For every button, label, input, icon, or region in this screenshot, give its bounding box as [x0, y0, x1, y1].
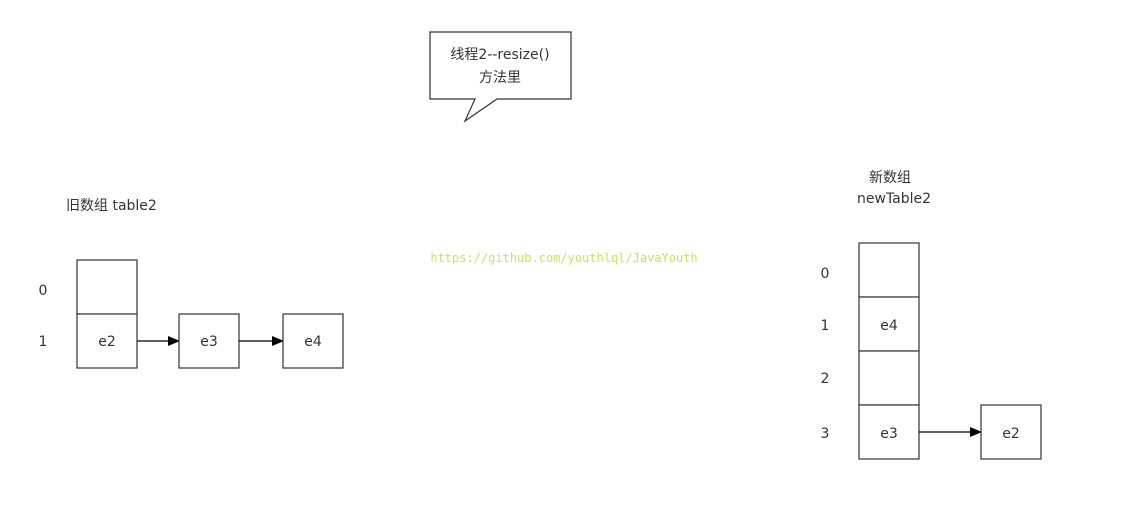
new-array: 新数组 newTable2 0 1 2 3 e4 e3 e2 — [821, 170, 1042, 460]
old-array-slot-0 — [76, 259, 138, 315]
watermark-url: https://github.com/youthlql/JavaYouth — [430, 251, 697, 265]
old-array-index-1: 1 — [39, 334, 48, 350]
callout-bubble: 线程2--resize() 方法里 — [429, 31, 572, 123]
new-array-index-1: 1 — [821, 318, 830, 334]
new-array-index-3: 3 — [821, 426, 830, 442]
new-array-title-line-2: newTable2 — [857, 191, 931, 207]
new-array-slot-0 — [858, 242, 920, 298]
new-array-slot-2 — [858, 350, 920, 406]
old-array-title: 旧数组 table2 — [66, 198, 157, 214]
old-node-e4-label: e4 — [304, 334, 322, 350]
old-node-e3-label: e3 — [200, 334, 218, 350]
new-array-index-2: 2 — [821, 371, 830, 387]
old-array: 旧数组 table2 0 1 e2 e3 e4 — [39, 198, 344, 369]
hashmap-resize-diagram: 线程2--resize() 方法里 https://github.com/you… — [39, 31, 1042, 460]
new-array-slot-3-entry: e3 — [880, 426, 898, 442]
old-array-slot-1-entry: e2 — [98, 334, 116, 350]
old-array-index-0: 0 — [39, 283, 48, 299]
new-array-slot-1-entry: e4 — [880, 318, 898, 334]
callout-line-2: 方法里 — [479, 70, 521, 86]
new-array-index-0: 0 — [821, 266, 830, 282]
callout-line-1: 线程2--resize() — [450, 47, 549, 63]
new-array-title-line-1: 新数组 — [869, 170, 911, 186]
new-node-e2-label: e2 — [1002, 426, 1020, 442]
